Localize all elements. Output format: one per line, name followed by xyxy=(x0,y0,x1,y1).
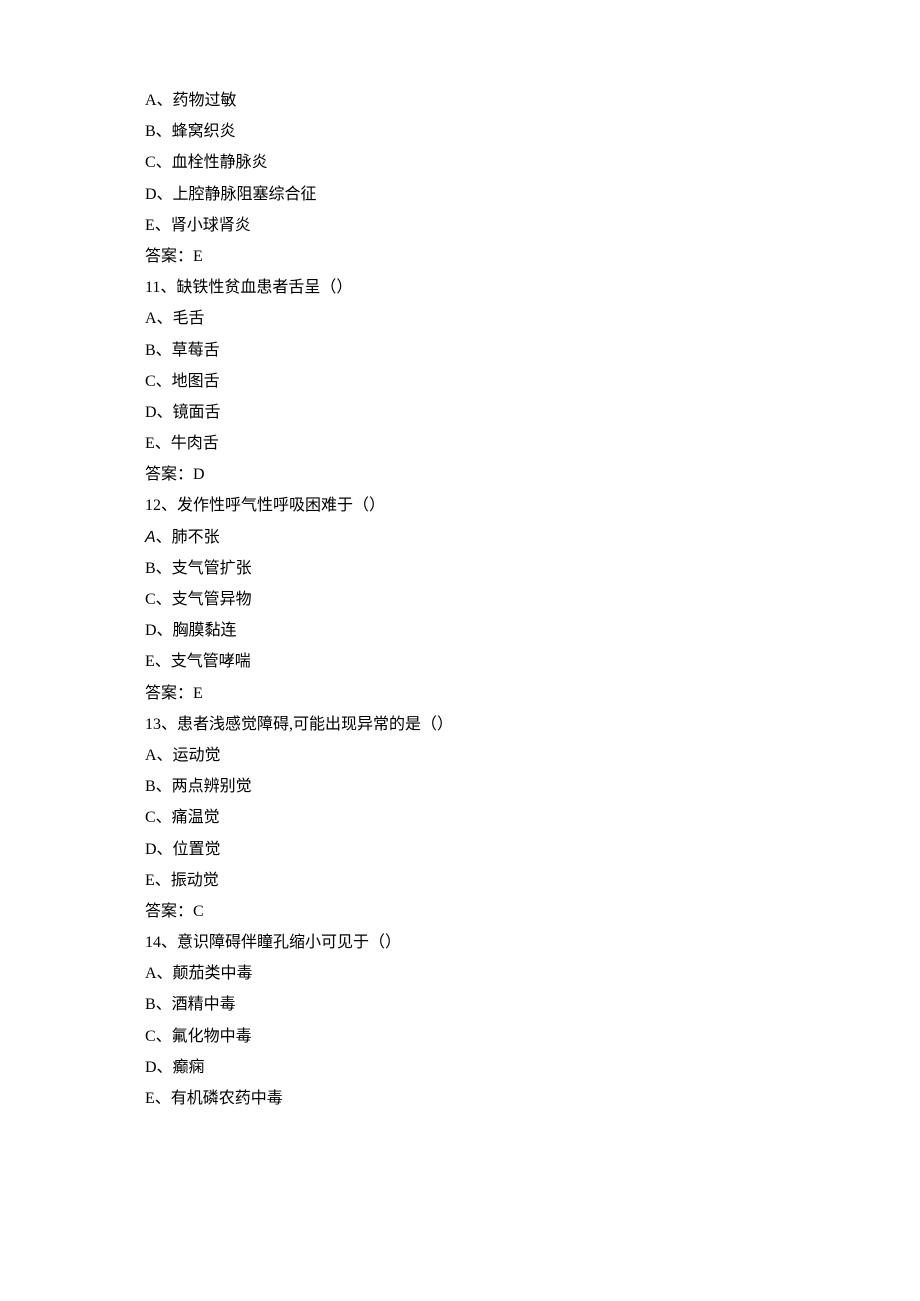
question-stem: 14、意识障碍伴瞳孔缩小可见于（） xyxy=(145,927,880,958)
option-d: D、上腔静脉阻塞综合征 xyxy=(145,179,880,210)
option-d: D、胸膜黏连 xyxy=(145,615,880,646)
question-stem: 11、缺铁性贫血患者舌呈（） xyxy=(145,272,880,303)
option-rest: 、肺不张 xyxy=(156,529,220,546)
option-b: B、蜂窝织炎 xyxy=(145,116,880,147)
answer-line: 答案：D xyxy=(145,459,880,490)
option-e: E、牛肉舌 xyxy=(145,428,880,459)
option-b: B、两点辨别觉 xyxy=(145,771,880,802)
option-prefix-italic: A xyxy=(145,529,156,546)
option-d: D、位置觉 xyxy=(145,834,880,865)
option-c: C、血栓性静脉炎 xyxy=(145,147,880,178)
option-a: A、药物过敏 xyxy=(145,85,880,116)
option-a: A、颠茄类中毒 xyxy=(145,958,880,989)
option-b: B、酒精中毒 xyxy=(145,989,880,1020)
document-page: A、药物过敏 B、蜂窝织炎 C、血栓性静脉炎 D、上腔静脉阻塞综合征 E、肾小球… xyxy=(0,0,920,1154)
option-a: A、毛舌 xyxy=(145,303,880,334)
option-c: C、痛温觉 xyxy=(145,802,880,833)
answer-line: 答案：C xyxy=(145,896,880,927)
question-stem: 13、患者浅感觉障碍,可能出现异常的是（） xyxy=(145,709,880,740)
option-e: E、支气管哮喘 xyxy=(145,646,880,677)
question-stem: 12、发作性呼气性呼吸困难于（） xyxy=(145,490,880,521)
option-c: C、支气管异物 xyxy=(145,584,880,615)
option-a: A、肺不张 xyxy=(145,522,880,553)
option-b: B、支气管扩张 xyxy=(145,553,880,584)
option-a: A、运动觉 xyxy=(145,740,880,771)
option-e: E、有机磷农药中毒 xyxy=(145,1083,880,1114)
answer-line: 答案：E xyxy=(145,241,880,272)
option-d: D、镜面舌 xyxy=(145,397,880,428)
option-b: B、草莓舌 xyxy=(145,335,880,366)
option-e: E、振动觉 xyxy=(145,865,880,896)
option-c: C、地图舌 xyxy=(145,366,880,397)
answer-line: 答案：E xyxy=(145,678,880,709)
option-e: E、肾小球肾炎 xyxy=(145,210,880,241)
option-c: C、氟化物中毒 xyxy=(145,1021,880,1052)
option-d: D、癫痫 xyxy=(145,1052,880,1083)
